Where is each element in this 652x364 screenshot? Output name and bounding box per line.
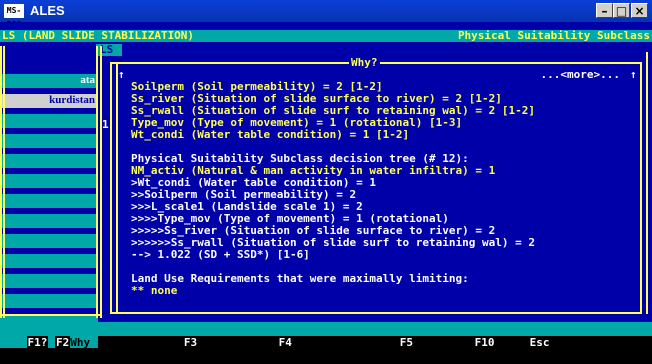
frame-line	[0, 314, 102, 316]
f2-key[interactable]: F2	[55, 336, 71, 349]
frame-line	[3, 46, 5, 318]
frame-line	[96, 46, 98, 318]
list-item[interactable]	[0, 274, 98, 288]
list-item[interactable]	[0, 114, 98, 128]
console-area[interactable]: LS (LAND SLIDE STABILIZATION) Physical S…	[0, 22, 652, 349]
f2-label[interactable]: Why sever. level	[70, 336, 183, 349]
f5-label[interactable]: edit LUT	[414, 336, 474, 349]
header-bar: LS (LAND SLIDE STABILIZATION) Physical S…	[0, 29, 652, 42]
list-item[interactable]	[0, 234, 98, 248]
f4-label[interactable]: Edit Max Limit.	[293, 336, 399, 349]
list-item[interactable]	[0, 154, 98, 168]
dialog-border-left-inner	[116, 62, 118, 314]
more-indicator: ...<more>...	[540, 68, 620, 81]
dialog-line: Land Use Requirements that were maximall…	[131, 272, 469, 285]
header-subtitle: Physical Suitability Subclass	[457, 29, 650, 42]
dialog-border-bottom	[110, 312, 642, 314]
frame-line	[100, 46, 102, 318]
dialog-border-right	[640, 62, 642, 314]
window-titlebar: MS-DOS ALES – □ ×	[0, 0, 652, 29]
scroll-up-icon[interactable]: ↑	[118, 68, 125, 81]
f10-key[interactable]: F10	[473, 336, 496, 349]
header-title: LS (LAND SLIDE STABILIZATION)	[2, 29, 195, 42]
list-item-selected[interactable]: kurdistan	[0, 94, 98, 108]
minimize-button[interactable]: –	[596, 3, 613, 18]
f1-key[interactable]: F1?	[26, 336, 49, 349]
close-button[interactable]: ×	[631, 3, 648, 18]
dialog-line: ** none	[131, 284, 178, 297]
dialog-border-right-outer	[646, 52, 648, 314]
list-item[interactable]	[0, 254, 98, 268]
dialog-border-left	[110, 62, 112, 314]
f4-key[interactable]: F4	[277, 336, 293, 349]
f5-key[interactable]: F5	[398, 336, 415, 349]
f3-key[interactable]: F3	[182, 336, 199, 349]
list-item[interactable]: ata	[0, 74, 98, 88]
dialog-title: Why?	[349, 56, 380, 69]
dialog-line: Wt_condi (Water table condition) = 1 [1-…	[131, 128, 410, 141]
f10-label[interactable]: Back	[496, 336, 529, 349]
list-item[interactable]	[0, 174, 98, 188]
esc-key[interactable]: Esc	[528, 336, 551, 349]
dialog-line: --> 1.022 (SD + SSD*) [1-6]	[131, 248, 310, 261]
list-item[interactable]	[0, 194, 98, 208]
f3-label[interactable]: Edit PSC DT	[198, 336, 277, 349]
scroll-up-icon[interactable]: ↑	[630, 68, 637, 81]
window-title: ALES	[30, 3, 65, 18]
list-item[interactable]	[0, 134, 98, 148]
list-item[interactable]	[0, 214, 98, 228]
list-item[interactable]	[0, 294, 98, 308]
msdos-icon: MS-DOS	[4, 4, 24, 29]
row-marker: 1	[102, 118, 109, 131]
frame-line	[0, 46, 2, 318]
maximize-button[interactable]: □	[613, 3, 630, 18]
left-list: ata kurdistan	[0, 58, 98, 348]
function-key-bar: F1? F2Why sever. level F3Edit PSC DT F4E…	[0, 322, 652, 349]
